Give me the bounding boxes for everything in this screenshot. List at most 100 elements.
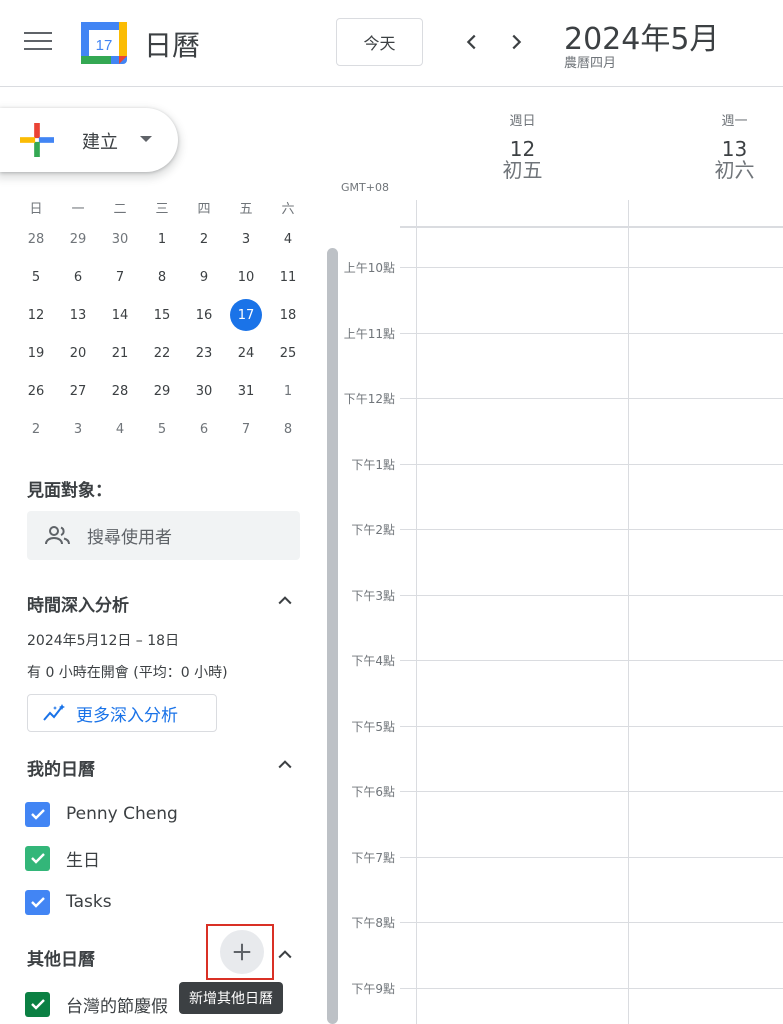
calendar-list-item[interactable]: 生日 [25, 843, 100, 873]
mini-calendar-day[interactable]: 3 [57, 413, 99, 445]
mini-calendar-day[interactable]: 24 [225, 337, 267, 369]
calendar-logo-icon[interactable]: 17 [81, 22, 127, 64]
my-calendars-collapse-button[interactable] [272, 752, 298, 778]
mini-calendar-day[interactable]: 19 [15, 337, 57, 369]
main-menu-icon[interactable] [24, 32, 52, 54]
next-week-button[interactable] [502, 28, 530, 56]
hour-gridline [400, 726, 783, 727]
search-people-input[interactable]: 搜尋使用者 [27, 511, 300, 560]
mini-calendar-day[interactable]: 28 [99, 375, 141, 407]
mini-calendar-day-number: 2 [31, 421, 41, 437]
search-people-placeholder: 搜尋使用者 [87, 528, 172, 548]
calendar-name: 生日 [66, 850, 100, 871]
mini-calendar-weekday: 二 [113, 202, 127, 217]
mini-calendar-today[interactable]: 17 [225, 299, 267, 331]
calendar-list-item[interactable]: Penny Cheng [25, 799, 178, 829]
mini-calendar-day[interactable]: 26 [15, 375, 57, 407]
mini-calendar-day[interactable]: 25 [267, 337, 309, 369]
mini-calendar-weekday: 一 [71, 202, 85, 217]
mini-calendar-day-number: 11 [279, 269, 297, 285]
calendar-list-item[interactable]: Tasks [25, 887, 112, 917]
mini-calendar-day[interactable]: 7 [99, 261, 141, 293]
mini-calendar-day-number: 7 [241, 421, 251, 437]
mini-calendar-day-number: 15 [153, 307, 171, 323]
mini-calendar-day[interactable]: 30 [183, 375, 225, 407]
mini-calendar-day[interactable]: 7 [225, 413, 267, 445]
mini-calendar-day[interactable]: 9 [183, 261, 225, 293]
mini-calendar-day-number: 7 [115, 269, 125, 285]
mini-calendar-day[interactable]: 6 [57, 261, 99, 293]
mini-calendar-day[interactable]: 3 [225, 223, 267, 255]
mini-calendar-day[interactable]: 11 [267, 261, 309, 293]
mini-calendar-day[interactable]: 10 [225, 261, 267, 293]
mini-calendar-day[interactable]: 22 [141, 337, 183, 369]
insights-collapse-button[interactable] [272, 588, 298, 614]
mini-calendar-day[interactable]: 20 [57, 337, 99, 369]
other-calendars-collapse-button[interactable] [272, 942, 298, 968]
calendar-checkbox[interactable] [25, 801, 50, 827]
mini-calendar-day-number: 5 [31, 269, 41, 285]
insights-title: 時間深入分析 [27, 596, 129, 616]
mini-calendar-day-number: 17 [230, 299, 262, 331]
mini-calendar-day[interactable]: 2 [15, 413, 57, 445]
mini-calendar-day[interactable]: 13 [57, 299, 99, 331]
add-other-calendar-button[interactable] [220, 930, 264, 974]
mini-calendar-day-number: 19 [27, 345, 45, 361]
mini-calendar-day[interactable]: 8 [141, 261, 183, 293]
hour-gridline [400, 922, 783, 923]
mini-calendar-day[interactable]: 27 [57, 375, 99, 407]
calendar-checkbox[interactable] [25, 991, 50, 1017]
mini-calendar-day-number: 8 [157, 269, 167, 285]
timezone-label: GMT+08 [341, 181, 389, 194]
mini-calendar-day[interactable]: 5 [15, 261, 57, 293]
hour-gridline [400, 464, 783, 465]
mini-calendar-day-number: 20 [69, 345, 87, 361]
mini-calendar-week-row: 12 13 14 15 16 17 18 [15, 296, 309, 334]
people-icon [45, 525, 70, 544]
mini-calendar-day-number: 24 [237, 345, 255, 361]
mini-calendar-day[interactable]: 15 [141, 299, 183, 331]
mini-calendar: 日一二三四五六 28 29 30 1 2 3 4 5 6 7 8 9 10 11 12 13 14 15 16 17 1… [15, 200, 309, 448]
mini-calendar-day[interactable]: 31 [225, 375, 267, 407]
mini-calendar-day[interactable]: 14 [99, 299, 141, 331]
mini-calendar-day-number: 30 [111, 231, 129, 247]
mini-calendar-day[interactable]: 1 [141, 223, 183, 255]
mini-calendar-day[interactable]: 5 [141, 413, 183, 445]
hour-label: 下午4點 [351, 654, 395, 668]
mini-calendar-day[interactable]: 8 [267, 413, 309, 445]
day-header-dow: 週日 [509, 114, 536, 129]
mini-calendar-day[interactable]: 21 [99, 337, 141, 369]
mini-calendar-day[interactable]: 2 [183, 223, 225, 255]
calendar-checkbox[interactable] [25, 889, 50, 915]
previous-week-button[interactable] [458, 28, 486, 56]
mini-calendar-day-number: 1 [157, 231, 167, 247]
mini-calendar-day[interactable]: 30 [99, 223, 141, 255]
hour-gridline [400, 791, 783, 792]
calendar-list-item[interactable]: 台灣的節慶假 [25, 989, 168, 1019]
mini-calendar-day[interactable]: 1 [267, 375, 309, 407]
calendar-checkbox[interactable] [25, 845, 50, 871]
sidebar-scrollbar[interactable] [327, 248, 338, 1024]
today-button[interactable]: 今天 [336, 18, 423, 66]
mini-calendar-day[interactable]: 4 [267, 223, 309, 255]
mini-calendar-day[interactable]: 23 [183, 337, 225, 369]
chevron-left-icon [466, 34, 476, 50]
mini-calendar-day[interactable]: 29 [141, 375, 183, 407]
check-icon [30, 853, 45, 864]
more-insights-button[interactable]: 更多深入分析 [27, 694, 217, 732]
mini-calendar-day[interactable]: 28 [15, 223, 57, 255]
chevron-up-icon [278, 596, 292, 605]
create-button[interactable]: 建立 [0, 108, 178, 172]
mini-calendar-day[interactable]: 16 [183, 299, 225, 331]
mini-calendar-day[interactable]: 4 [99, 413, 141, 445]
chevron-up-icon [278, 950, 292, 959]
mini-calendar-day-number: 6 [199, 421, 209, 437]
day-header[interactable]: 週一 13 初六 [629, 110, 783, 181]
mini-calendar-day[interactable]: 18 [267, 299, 309, 331]
calendar-name: Tasks [66, 892, 112, 912]
mini-calendar-day[interactable]: 12 [15, 299, 57, 331]
mini-calendar-day[interactable]: 29 [57, 223, 99, 255]
logo-day-text: 17 [96, 37, 113, 54]
day-header[interactable]: 週日 12 初五 [417, 110, 628, 181]
mini-calendar-day[interactable]: 6 [183, 413, 225, 445]
